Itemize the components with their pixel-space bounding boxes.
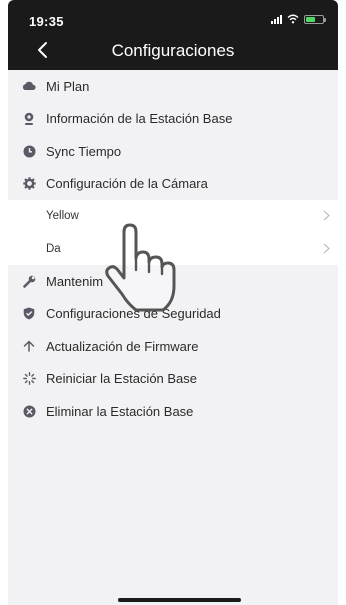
header: 19:35 Configuraciones bbox=[8, 0, 338, 70]
settings-list: Mi Plan Información de la Estación Base … bbox=[8, 70, 338, 605]
menu-item-firmware-update[interactable]: Actualización de Firmware bbox=[8, 330, 338, 363]
menu-item-base-station-info[interactable]: Información de la Estación Base bbox=[8, 103, 338, 136]
chevron-right-icon bbox=[323, 243, 330, 253]
app-screen: 19:35 Configuraciones Mi Plan Informació… bbox=[0, 0, 346, 605]
shield-icon bbox=[22, 307, 36, 321]
close-circle-icon bbox=[22, 404, 36, 418]
home-indicator bbox=[118, 598, 241, 602]
page-title: Configuraciones bbox=[111, 41, 235, 60]
wifi-icon bbox=[287, 14, 299, 24]
battery-level bbox=[306, 16, 315, 22]
menu-item-restart-base-station[interactable]: Reiniciar la Estación Base bbox=[8, 363, 338, 396]
menu-item-label: Eliminar la Estación Base bbox=[46, 403, 194, 419]
menu-item-delete-base-station[interactable]: Eliminar la Estación Base bbox=[8, 395, 338, 428]
menu-item-mi-plan[interactable]: Mi Plan bbox=[8, 70, 338, 103]
menu-item-label: Sync Tiempo bbox=[46, 143, 122, 159]
back-button[interactable] bbox=[30, 38, 54, 62]
chevron-right-icon bbox=[323, 210, 330, 221]
wrench-icon bbox=[22, 274, 36, 288]
menu-item-label: Configuración de la Cámara bbox=[46, 176, 208, 192]
clock-icon bbox=[22, 144, 36, 158]
cloud-icon bbox=[22, 79, 36, 93]
pointing-hand-icon bbox=[105, 223, 176, 312]
camera-icon bbox=[22, 112, 36, 126]
restart-icon bbox=[22, 372, 36, 386]
menu-item-camera-config[interactable]: Configuración de la Cámara bbox=[8, 168, 338, 201]
menu-item-label: Actualización de Firmware bbox=[46, 338, 199, 354]
status-icons bbox=[271, 14, 326, 24]
camera-item-label: Da bbox=[46, 242, 61, 255]
battery-icon bbox=[304, 14, 326, 24]
chevron-left-icon bbox=[38, 42, 47, 58]
menu-item-label: Información de la Estación Base bbox=[46, 111, 233, 127]
menu-item-label: Mantenim bbox=[46, 273, 104, 289]
menu-item-label: Mi Plan bbox=[46, 78, 90, 94]
camera-item-label: Yellow bbox=[46, 210, 79, 223]
signal-icon bbox=[271, 14, 282, 24]
status-time: 19:35 bbox=[29, 14, 64, 29]
menu-item-label: Reiniciar la Estación Base bbox=[46, 371, 198, 387]
menu-item-sync-time[interactable]: Sync Tiempo bbox=[8, 135, 338, 168]
gear-icon bbox=[22, 177, 36, 191]
arrow-up-icon bbox=[22, 339, 36, 353]
